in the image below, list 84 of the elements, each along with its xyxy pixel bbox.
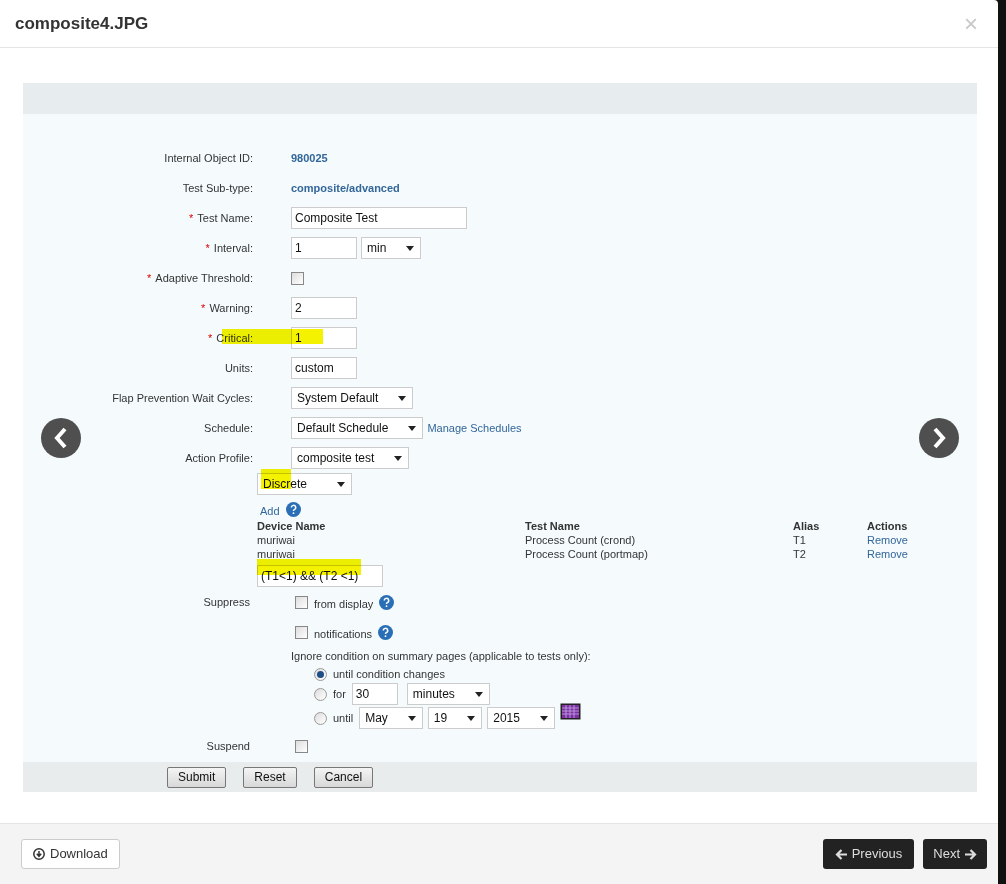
required-asterisk: *: [205, 240, 210, 256]
form-button[interactable]: Cancel: [313, 766, 374, 788]
table-cell-text: Process Count (portmap): [525, 547, 649, 561]
select-dropdown[interactable]: min: [361, 237, 422, 259]
field-label: Units:: [224, 360, 253, 376]
ignore-text: Ignore condition on summary pages (applicable to tests only):: [291, 648, 591, 664]
required-asterisk: *: [208, 330, 213, 346]
checkbox[interactable]: [291, 271, 304, 285]
select-dropdown[interactable]: 2015: [487, 707, 555, 729]
dialog-title: composite4.JPG: [15, 12, 149, 35]
radio-label: for: [333, 686, 346, 702]
next-button[interactable]: Next: [923, 839, 987, 869]
select-dropdown[interactable]: System Default: [291, 387, 414, 409]
radio-label: until condition changes: [333, 667, 445, 683]
add-link[interactable]: Add: [260, 502, 280, 520]
field-label: Action Profile:: [185, 450, 253, 466]
column-header: Device Name: [257, 519, 327, 533]
field-label: Suppress: [203, 594, 250, 610]
field-value: 980025: [291, 150, 328, 166]
column-header: Actions: [867, 519, 909, 533]
checkbox-label: from display: [314, 596, 374, 612]
help-icon[interactable]: [379, 594, 395, 610]
field-label: Flap Prevention Wait Cycles:: [112, 390, 253, 406]
radio-button[interactable]: [314, 711, 327, 725]
remove-link[interactable]: Remove: [867, 533, 908, 547]
field-label: Warning:: [209, 300, 253, 316]
input-field[interactable]: 1: [291, 237, 357, 259]
checkbox[interactable]: [295, 739, 308, 753]
select-dropdown[interactable]: Default Schedule: [291, 417, 424, 439]
download-icon: [33, 848, 45, 860]
help-icon[interactable]: [285, 501, 301, 517]
help-icon[interactable]: [378, 624, 394, 640]
field-label: Internal Object ID:: [164, 150, 253, 166]
download-button[interactable]: Download: [21, 839, 120, 869]
caret-icon: [406, 245, 415, 251]
caret-icon: [408, 425, 417, 431]
required-asterisk: *: [147, 270, 152, 286]
caret-icon: [407, 715, 416, 721]
input-field[interactable]: 2: [291, 297, 357, 319]
radio-button[interactable]: [314, 687, 327, 701]
table-cell-text: T1: [793, 533, 807, 547]
arrow-right-icon: [965, 848, 977, 860]
previous-button[interactable]: Previous: [822, 839, 915, 869]
field-label: Test Name:: [197, 210, 253, 226]
radio-label: until: [333, 710, 354, 726]
form-button[interactable]: Submit: [167, 766, 227, 788]
column-header: Test Name: [525, 519, 581, 533]
field-label: Adaptive Threshold:: [155, 270, 253, 286]
caret-icon: [539, 715, 548, 721]
caret-icon: [474, 691, 483, 697]
select-dropdown[interactable]: 19: [427, 707, 483, 729]
field-label: Test Sub-type:: [182, 180, 253, 196]
select-dropdown[interactable]: composite test: [291, 447, 410, 469]
required-asterisk: *: [201, 300, 206, 316]
checkbox-label: notifications: [314, 626, 373, 642]
field-label: Interval:: [213, 240, 253, 256]
field-label: Schedule:: [204, 420, 253, 436]
input-field[interactable]: 30: [351, 683, 398, 705]
input-field[interactable]: Composite Test: [291, 207, 467, 229]
table-cell-text: T2: [793, 547, 807, 561]
select-dropdown[interactable]: minutes: [406, 683, 490, 705]
calendar-icon[interactable]: [559, 703, 581, 720]
table-cell-text: Process Count (crond): [525, 533, 637, 547]
manage-schedules-link[interactable]: Manage Schedules: [427, 419, 522, 437]
caret-icon: [337, 481, 345, 487]
field-value: composite/advanced: [291, 180, 400, 196]
remove-link[interactable]: Remove: [867, 547, 908, 561]
field-label: Suspend: [206, 738, 250, 754]
form-button[interactable]: Reset: [243, 766, 297, 788]
radio-button[interactable]: [314, 668, 327, 681]
checkbox[interactable]: [295, 625, 308, 639]
required-asterisk: *: [189, 210, 194, 226]
chevron-right-icon: [932, 427, 946, 449]
caret-icon: [467, 715, 476, 721]
checkbox[interactable]: [295, 595, 308, 609]
caret-icon: [398, 395, 407, 401]
arrow-left-icon: [834, 848, 847, 860]
chevron-left-icon: [54, 427, 68, 449]
table-cell-text: muriwai: [257, 533, 296, 547]
column-header: Alias: [793, 519, 821, 533]
caret-icon: [394, 455, 403, 461]
select-dropdown[interactable]: May: [359, 707, 423, 729]
input-field[interactable]: custom: [291, 357, 357, 379]
table-cell-text: muriwai: [257, 547, 296, 561]
